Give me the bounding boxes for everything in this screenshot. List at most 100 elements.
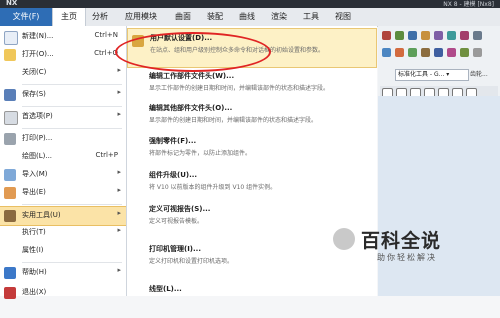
help-icon bbox=[4, 267, 16, 279]
menu-properties[interactable]: 属性(I) bbox=[0, 242, 126, 260]
tab-render[interactable]: 渲染 bbox=[264, 8, 294, 26]
menu-divider bbox=[22, 204, 122, 205]
submenu-item-desc: 将部件标记为零件，以防止添加组件。 bbox=[149, 150, 252, 157]
menu-preferences[interactable]: 首选项(P) ▸ bbox=[0, 108, 126, 126]
tab-analysis[interactable]: 分析 bbox=[86, 8, 114, 26]
menu-import[interactable]: 导入(M) ▸ bbox=[0, 166, 126, 184]
red-annotation-ellipse bbox=[115, 32, 271, 72]
menu-export[interactable]: 导出(E) ▸ bbox=[0, 184, 126, 202]
ribbon-tool-icon[interactable] bbox=[460, 48, 469, 57]
tab-view[interactable]: 视图 bbox=[328, 8, 358, 26]
menu-plot-label: 绘图(L)... bbox=[22, 152, 53, 160]
menu-import-label: 导入(M) bbox=[22, 170, 48, 178]
tab-curve[interactable]: 曲线 bbox=[232, 8, 262, 26]
submenu-item-title: 打印机管理(I)... bbox=[149, 245, 201, 253]
ribbon-tool-icon[interactable] bbox=[473, 48, 482, 57]
preferences-icon bbox=[4, 111, 18, 125]
exit-icon bbox=[4, 287, 16, 299]
tab-surface[interactable]: 曲面 bbox=[168, 8, 198, 26]
menu-new-shortcut: Ctrl+N bbox=[94, 31, 118, 39]
title-bar: NX NX 8 - 建模 [Nx8] bbox=[0, 0, 500, 8]
import-icon bbox=[4, 169, 16, 181]
submenu-arrow-icon: ▸ bbox=[117, 88, 121, 96]
tab-app-modules[interactable]: 应用模块 bbox=[116, 8, 166, 26]
submenu-component-upgrade[interactable]: 组件升级(U)... 将 V10 以前版本的组件升级到 V10 组件实例。 bbox=[127, 166, 375, 204]
menu-divider bbox=[22, 262, 122, 263]
ribbon-tool-icon[interactable] bbox=[473, 31, 482, 40]
submenu-arrow-icon: ▸ bbox=[117, 110, 121, 118]
submenu-item-desc: 显示部件的创建日期和时间，并编辑该部件的状态和描述字段。 bbox=[149, 117, 318, 124]
ribbon-tool-icon[interactable] bbox=[421, 48, 430, 57]
menu-export-label: 导出(E) bbox=[22, 188, 46, 196]
save-disk-icon bbox=[4, 89, 16, 101]
ribbon-tool-icon[interactable] bbox=[447, 48, 456, 57]
menu-close-label: 关闭(C) bbox=[22, 68, 47, 76]
ribbon-tool-icon[interactable] bbox=[382, 31, 391, 40]
menu-plot-shortcut: Ctrl+P bbox=[95, 151, 118, 159]
submenu-item-title: 线型(L)... bbox=[149, 285, 182, 293]
menu-help[interactable]: 帮助(H) ▸ bbox=[0, 264, 126, 282]
submenu-item-title: 定义可视报告(S)... bbox=[149, 205, 211, 213]
submenu-arrow-icon: ▸ bbox=[117, 226, 121, 234]
submenu-arrow-icon: ▸ bbox=[117, 266, 121, 274]
menu-open-label: 打开(O)... bbox=[22, 50, 54, 58]
submenu-arrow-icon: ▸ bbox=[117, 168, 121, 176]
submenu-item-desc: 将 V10 以前版本的组件升级到 V10 组件实例。 bbox=[149, 184, 277, 191]
menu-preferences-label: 首选项(P) bbox=[22, 112, 53, 120]
menu-new-label: 新建(N)... bbox=[22, 32, 54, 40]
ribbon-tool-icon[interactable] bbox=[408, 31, 417, 40]
export-icon bbox=[4, 187, 16, 199]
printer-icon bbox=[4, 133, 16, 145]
menu-utilities-label: 实用工具(U) bbox=[22, 211, 61, 219]
ribbon-tool-icon[interactable] bbox=[408, 48, 417, 57]
ribbon-tool-icon[interactable] bbox=[395, 31, 404, 40]
submenu-arrow-icon: ▸ bbox=[117, 209, 121, 217]
tab-file[interactable]: 文件(F) bbox=[0, 8, 52, 26]
menu-divider bbox=[22, 84, 122, 85]
menu-exit[interactable]: 退出(X) bbox=[0, 284, 126, 302]
menu-plot[interactable]: 绘图(L)... Ctrl+P bbox=[0, 148, 126, 166]
watermark-title: 百科全说 bbox=[361, 230, 442, 252]
open-folder-icon bbox=[4, 49, 16, 61]
menu-close[interactable]: 关闭(C) ▸ bbox=[0, 64, 126, 82]
menu-divider bbox=[22, 106, 122, 107]
menu-open[interactable]: 打开(O)... Ctrl+O bbox=[0, 46, 126, 64]
tools-icon bbox=[4, 210, 16, 222]
file-menu-left-pane: 新建(N)... Ctrl+N 打开(O)... Ctrl+O 关闭(C) ▸ … bbox=[0, 26, 127, 299]
new-file-icon bbox=[4, 31, 18, 45]
ribbon-tool-icon[interactable] bbox=[382, 48, 391, 57]
watermark-subtitle: 助你轻松解决 bbox=[377, 253, 437, 262]
submenu-item-title: 强制零件(F)... bbox=[149, 137, 197, 145]
ribbon-tool-icon[interactable] bbox=[434, 31, 443, 40]
menu-save-label: 保存(S) bbox=[22, 90, 46, 98]
submenu-item-title: 编辑其他部件文件头(O)... bbox=[149, 104, 233, 112]
ribbon-tool-icon[interactable] bbox=[460, 31, 469, 40]
ribbon-tool-icon[interactable] bbox=[395, 48, 404, 57]
submenu-arrow-icon: ▸ bbox=[117, 66, 121, 74]
submenu-item-desc: 定义可视报告模板。 bbox=[149, 218, 204, 225]
menu-utilities[interactable]: 实用工具(U) ▸ bbox=[0, 206, 126, 226]
menu-divider bbox=[22, 128, 122, 129]
watermark: 百科全说 助你轻松解决 bbox=[333, 226, 493, 276]
menu-print[interactable]: 打印(P)... bbox=[0, 130, 126, 148]
ribbon-tool-icon[interactable] bbox=[421, 31, 430, 40]
menu-new[interactable]: 新建(N)... Ctrl+N bbox=[0, 28, 126, 46]
submenu-force-piece-part[interactable]: 强制零件(F)... 将部件标记为零件，以防止添加组件。 bbox=[127, 132, 375, 170]
tab-home[interactable]: 主页 bbox=[52, 8, 86, 26]
ribbon-tool-icon[interactable] bbox=[447, 31, 456, 40]
tab-assembly[interactable]: 装配 bbox=[200, 8, 230, 26]
menu-execute[interactable]: 执行(T) ▸ bbox=[0, 224, 126, 242]
watermark-logo-icon bbox=[333, 228, 355, 250]
menu-save[interactable]: 保存(S) ▸ bbox=[0, 86, 126, 104]
app-logo: NX bbox=[6, 0, 18, 7]
ribbon-tool-icon[interactable] bbox=[434, 48, 443, 57]
submenu-item-title: 编辑工作部件文件头(W)... bbox=[149, 72, 235, 80]
ribbon-tab-bar: 文件(F) 主页 分析 应用模块 曲面 装配 曲线 渲染 工具 视图 bbox=[0, 8, 500, 27]
menu-print-label: 打印(P)... bbox=[22, 134, 53, 142]
gear-group-label: 齿轮... bbox=[470, 71, 488, 78]
standardization-tools-dropdown[interactable]: 标准化工具 - G... ▾ bbox=[395, 69, 469, 81]
menu-execute-label: 执行(T) bbox=[22, 228, 46, 236]
submenu-line-font[interactable]: 线型(L)... bbox=[127, 280, 375, 318]
tab-tools[interactable]: 工具 bbox=[296, 8, 326, 26]
window-title: NX 8 - 建模 [Nx8] bbox=[443, 1, 494, 8]
